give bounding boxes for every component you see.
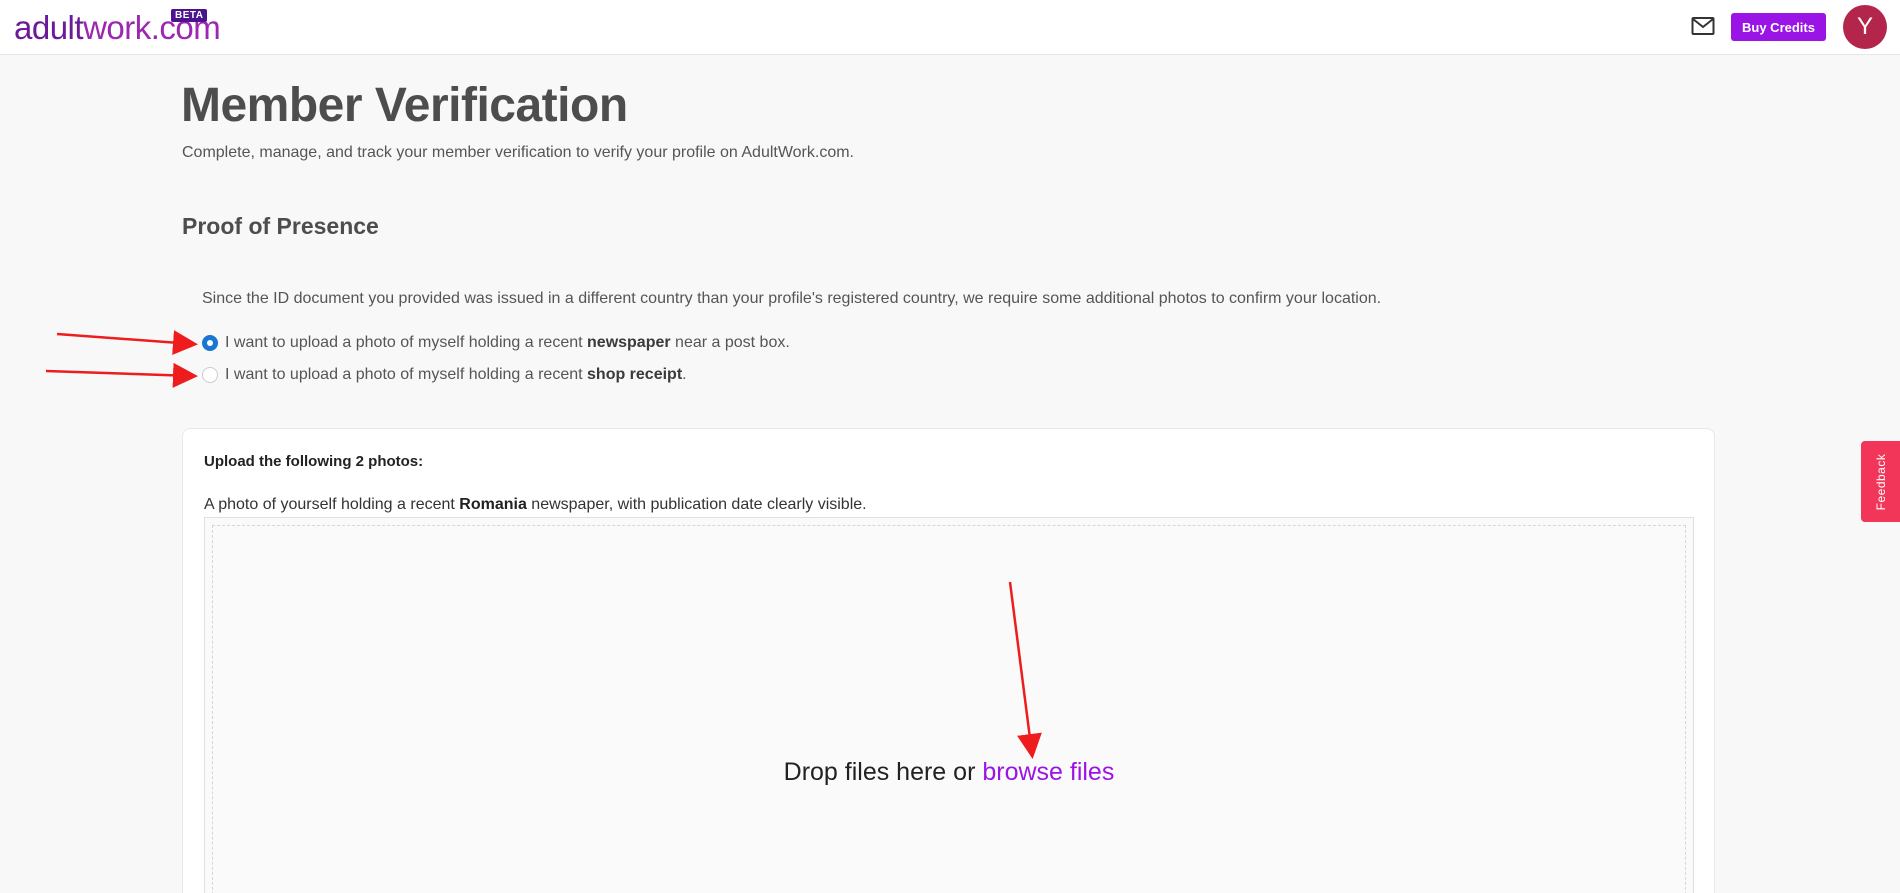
option-newspaper[interactable]: I want to upload a photo of myself holdi… [202,334,790,352]
radio-newspaper[interactable] [202,335,218,351]
feedback-tab[interactable]: Feedback [1861,441,1900,522]
file-dropzone-inner[interactable]: Drop files here or browse files [212,525,1686,893]
radio-shop-receipt[interactable] [202,367,218,383]
option-shop-receipt-label: I want to upload a photo of myself holdi… [225,366,687,383]
section-title: Proof of Presence [182,213,379,239]
drop-text: Drop files here or browse files [783,758,1115,786]
file-dropzone[interactable]: Drop files here or browse files [204,517,1694,893]
browse-files-link[interactable]: browse files [982,758,1114,786]
beta-badge: BETA [171,9,208,22]
user-avatar[interactable]: Y [1843,5,1887,49]
arrow-to-newspaper-option [56,330,198,355]
mail-icon[interactable] [1691,16,1715,36]
upload-heading: Upload the following 2 photos: [204,453,424,470]
upload-card: Upload the following 2 photos: A photo o… [182,428,1715,893]
logo-text-part1: adult [14,9,84,46]
arrow-to-receipt-option [45,362,198,388]
verification-notice: Since the ID document you provided was i… [202,290,1382,307]
top-navbar: adultwork.com BETA Buy Credits Y [0,0,1900,55]
feedback-label: Feedback [1873,453,1888,510]
page-subtitle: Complete, manage, and track your member … [182,144,854,161]
upload-description: A photo of yourself holding a recent Rom… [204,496,867,513]
page-title: Member Verification [181,79,628,132]
buy-credits-button[interactable]: Buy Credits [1731,13,1826,41]
option-shop-receipt[interactable]: I want to upload a photo of myself holdi… [202,366,687,384]
option-newspaper-label: I want to upload a photo of myself holdi… [225,334,790,351]
